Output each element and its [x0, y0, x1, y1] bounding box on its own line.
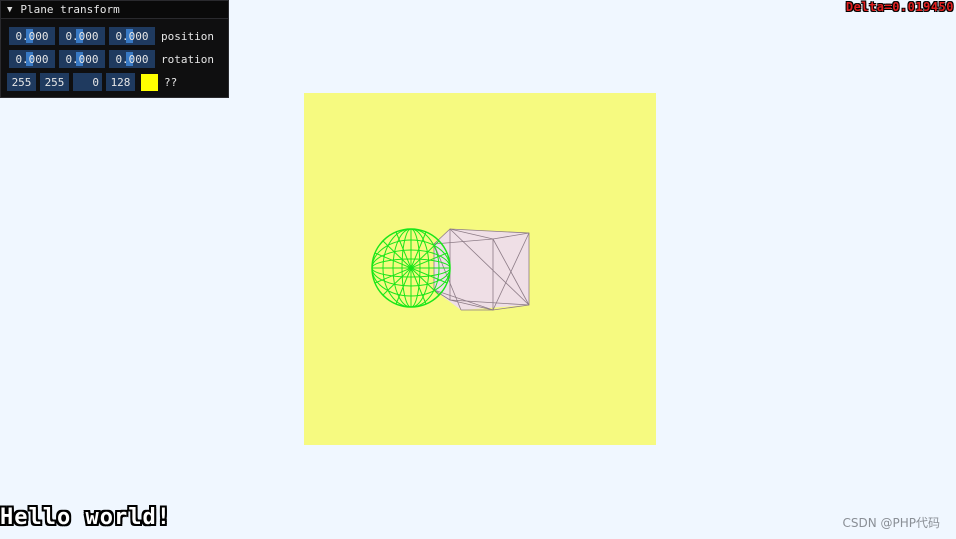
position-x-field[interactable]: 0.000	[9, 27, 55, 45]
color-a-field[interactable]: 128	[106, 73, 135, 91]
position-y-field[interactable]: 0.000	[59, 27, 105, 45]
rotation-y-field[interactable]: 0.000	[59, 50, 105, 68]
rotation-z-field[interactable]: 0.000	[109, 50, 155, 68]
window-title-bar[interactable]: ▼ Plane transform	[1, 1, 228, 19]
hello-world-text: Hello world!	[0, 505, 171, 530]
wireframe-cube	[433, 228, 530, 311]
color-label: ??	[164, 75, 178, 89]
color-b-field[interactable]: 0	[73, 73, 102, 91]
plane-transform-window[interactable]: ▼ Plane transform 0.000 0.000 0.000 posi…	[0, 0, 229, 98]
color-g-field[interactable]: 255	[40, 73, 69, 91]
color-swatch[interactable]	[141, 73, 158, 91]
rotation-label: rotation	[161, 52, 214, 66]
color-r-field[interactable]: 255	[7, 73, 36, 91]
window-title: Plane transform	[20, 3, 120, 16]
color-row: 255 255 0 128 ??	[7, 73, 177, 91]
watermark: CSDN @PHP代码	[842, 516, 940, 530]
collapse-arrow-icon[interactable]: ▼	[7, 5, 12, 15]
rotation-row: 0.000 0.000 0.000 rotation	[9, 50, 214, 68]
position-z-field[interactable]: 0.000	[109, 27, 155, 45]
rotation-x-field[interactable]: 0.000	[9, 50, 55, 68]
position-label: position	[161, 29, 214, 43]
position-row: 0.000 0.000 0.000 position	[9, 27, 214, 45]
wireframe-sphere	[371, 228, 451, 308]
delta-readout: Delta=0.019450	[845, 0, 954, 14]
